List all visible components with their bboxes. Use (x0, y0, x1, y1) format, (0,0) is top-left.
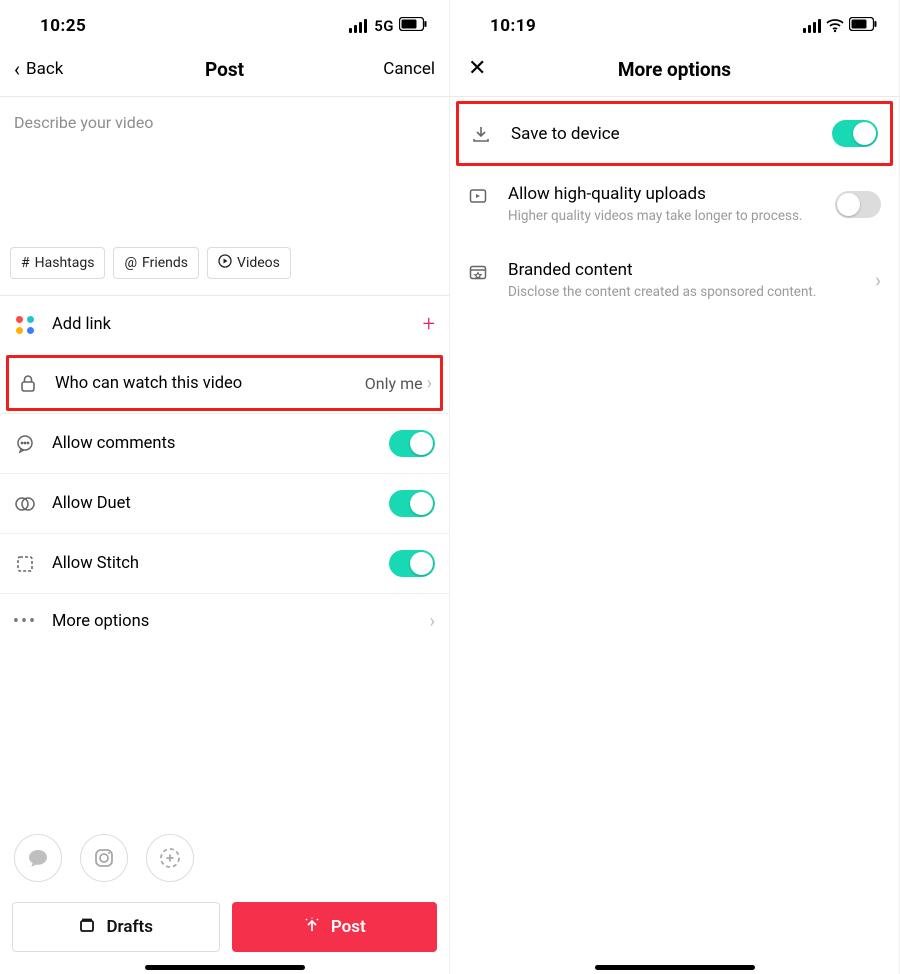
share-chat-button[interactable] (14, 834, 62, 882)
drafts-icon (78, 916, 96, 939)
lock-icon (17, 372, 39, 394)
download-icon (471, 124, 493, 146)
hq-toggle[interactable] (835, 191, 881, 218)
options-list: Add link + Who can watch this video Only… (0, 295, 449, 648)
share-instagram-button[interactable] (80, 834, 128, 882)
bottom-buttons: Drafts Post (0, 902, 449, 974)
video-quality-icon (468, 186, 490, 208)
duet-icon (14, 493, 36, 515)
row-label: Allow Stitch (52, 554, 373, 573)
add-link-row[interactable]: Add link + (0, 295, 449, 353)
status-time: 10:25 (40, 16, 86, 36)
row-label: More options (52, 612, 414, 631)
chip-label: Friends (142, 255, 188, 271)
chevron-right-icon: › (430, 611, 435, 632)
row-label: Branded content (508, 260, 857, 280)
status-bar: 10:25 5G (0, 0, 449, 46)
battery-icon (849, 16, 877, 36)
videos-chip[interactable]: Videos (207, 247, 291, 279)
back-button[interactable]: ‹ Back (14, 59, 63, 79)
hashtags-chip[interactable]: # Hashtags (10, 247, 105, 279)
share-row (0, 834, 449, 902)
friends-chip[interactable]: @ Friends (113, 247, 199, 279)
mention-icon: @ (124, 255, 137, 271)
plus-icon: + (423, 312, 435, 337)
share-story-button[interactable] (146, 834, 194, 882)
play-icon (218, 254, 232, 272)
home-indicator (595, 965, 755, 970)
status-bar: 10:19 (450, 0, 899, 46)
row-label: Allow Duet (52, 494, 373, 513)
chevron-right-icon: › (427, 373, 432, 394)
status-right: 5G (349, 16, 427, 36)
status-time: 10:19 (490, 16, 536, 36)
branded-content-row[interactable]: Branded content Disclose the content cre… (450, 242, 899, 318)
post-label: Post (331, 917, 366, 937)
back-label: Back (26, 59, 63, 79)
network-label: 5G (374, 17, 394, 35)
row-label: Add link (52, 315, 407, 334)
row-label: Save to device (511, 124, 814, 144)
hashtag-icon: # (21, 255, 30, 271)
allow-stitch-row[interactable]: Allow Stitch (0, 533, 449, 593)
row-label: Allow high-quality uploads (508, 184, 817, 204)
link-app-icon (14, 314, 36, 336)
row-subtext: Higher quality videos may take longer to… (508, 208, 817, 224)
battery-icon (399, 16, 427, 36)
home-indicator (145, 965, 305, 970)
nav-bar: ✕ More options (450, 46, 899, 96)
post-icon (303, 916, 321, 939)
row-subtext: Disclose the content created as sponsore… (508, 284, 857, 300)
post-button[interactable]: Post (232, 902, 438, 952)
allow-duet-row[interactable]: Allow Duet (0, 473, 449, 533)
row-value: Only me › (365, 373, 432, 394)
options-list: Save to device Allow high-quality upload… (450, 97, 899, 318)
wifi-icon (826, 19, 844, 33)
chip-row: # Hashtags @ Friends Videos (0, 247, 449, 295)
nav-bar: ‹ Back Post Cancel (0, 46, 449, 96)
drafts-button[interactable]: Drafts (12, 902, 220, 952)
more-options-screen: 10:19 ✕ More options Save to device (450, 0, 900, 974)
drafts-label: Drafts (106, 917, 153, 937)
cancel-button[interactable]: Cancel (383, 59, 435, 79)
signal-icon (349, 19, 367, 33)
description-input[interactable]: Describe your video (0, 97, 449, 247)
duet-toggle[interactable] (389, 490, 435, 517)
save-toggle[interactable] (832, 120, 878, 147)
post-screen: 10:25 5G ‹ Back Post Cancel Describe you… (0, 0, 450, 974)
chip-label: Hashtags (35, 255, 95, 271)
row-label: Allow comments (52, 434, 373, 453)
hq-upload-row[interactable]: Allow high-quality uploads Higher qualit… (450, 166, 899, 242)
chevron-right-icon: › (875, 268, 881, 292)
comment-icon (14, 433, 36, 455)
row-label: Who can watch this video (55, 374, 349, 393)
comments-toggle[interactable] (389, 430, 435, 457)
description-placeholder: Describe your video (14, 113, 153, 132)
signal-icon (803, 19, 821, 33)
page-title: More options (554, 58, 795, 81)
page-title: Post (104, 58, 345, 81)
close-button[interactable]: ✕ (464, 58, 486, 80)
more-icon: ••• (14, 610, 36, 632)
privacy-row[interactable]: Who can watch this video Only me › (6, 355, 443, 411)
chip-label: Videos (237, 255, 280, 271)
stitch-icon (14, 553, 36, 575)
more-options-row[interactable]: ••• More options › (0, 593, 449, 648)
chevron-left-icon: ‹ (14, 59, 20, 79)
status-right (803, 16, 877, 36)
save-to-device-row[interactable]: Save to device (456, 101, 893, 166)
allow-comments-row[interactable]: Allow comments (0, 413, 449, 473)
branded-icon (468, 262, 490, 284)
stitch-toggle[interactable] (389, 550, 435, 577)
